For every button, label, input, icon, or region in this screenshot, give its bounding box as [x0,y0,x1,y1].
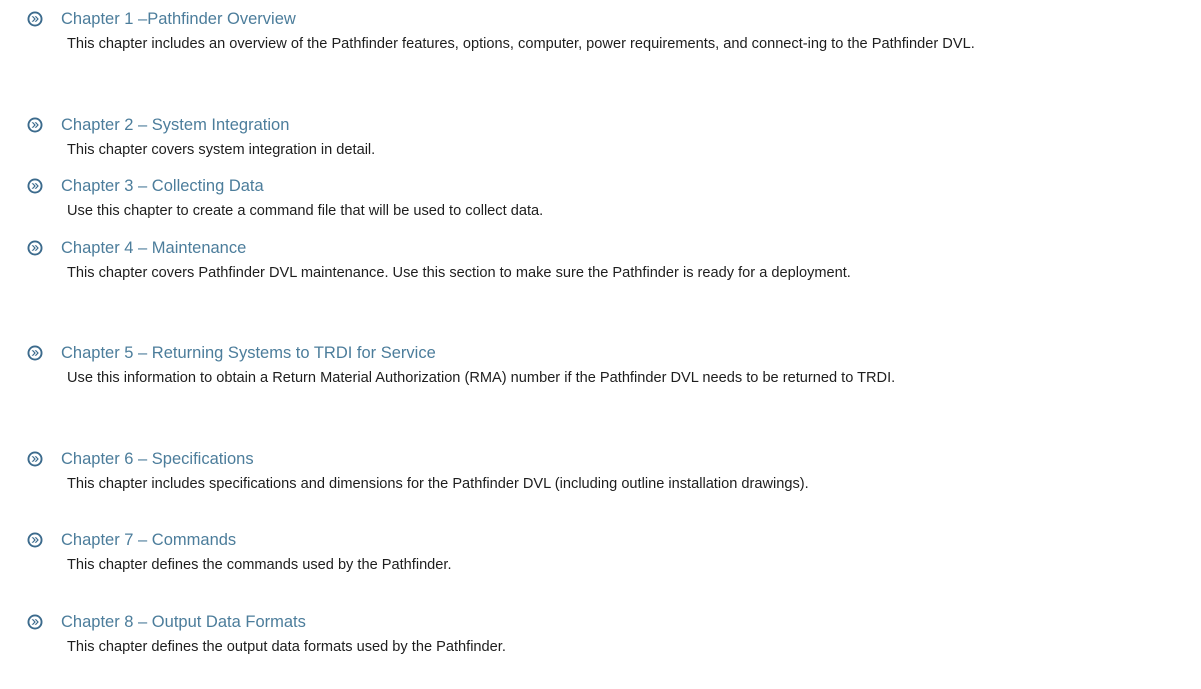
chapter-description: This chapter includes an overview of the… [67,36,975,52]
circled-arrow-icon [27,451,43,467]
chapter-link[interactable]: Chapter 5 – Returning Systems to TRDI fo… [61,342,436,364]
chapter-description: This chapter defines the commands used b… [67,557,452,573]
chapter-description: Use this information to obtain a Return … [67,370,896,386]
chapter-link[interactable]: Chapter 1 –Pathfinder Overview [61,8,296,30]
circled-arrow-icon [27,240,43,256]
chapter-link[interactable]: Chapter 2 – System Integration [61,114,289,136]
chapter-link[interactable]: Chapter 8 – Output Data Formats [61,611,306,633]
circled-arrow-icon [27,178,43,194]
circled-arrow-icon [27,345,43,361]
chapter-description: This chapter covers system integration i… [67,142,376,158]
chapter-description: This chapter includes specifications and… [67,476,809,492]
chapter-link[interactable]: Chapter 3 – Collecting Data [61,175,264,197]
chapter-description: This chapter covers Pathfinder DVL maint… [67,265,851,281]
chapter-link[interactable]: Chapter 6 – Specifications [61,448,254,470]
circled-arrow-icon [27,117,43,133]
chapter-link[interactable]: Chapter 4 – Maintenance [61,237,246,259]
circled-arrow-icon [27,11,43,27]
circled-arrow-icon [27,532,43,548]
circled-arrow-icon [27,614,43,630]
chapter-link[interactable]: Chapter 7 – Commands [61,529,236,551]
chapter-description: Use this chapter to create a command fil… [67,203,544,219]
chapter-description: This chapter defines the output data for… [67,639,506,655]
